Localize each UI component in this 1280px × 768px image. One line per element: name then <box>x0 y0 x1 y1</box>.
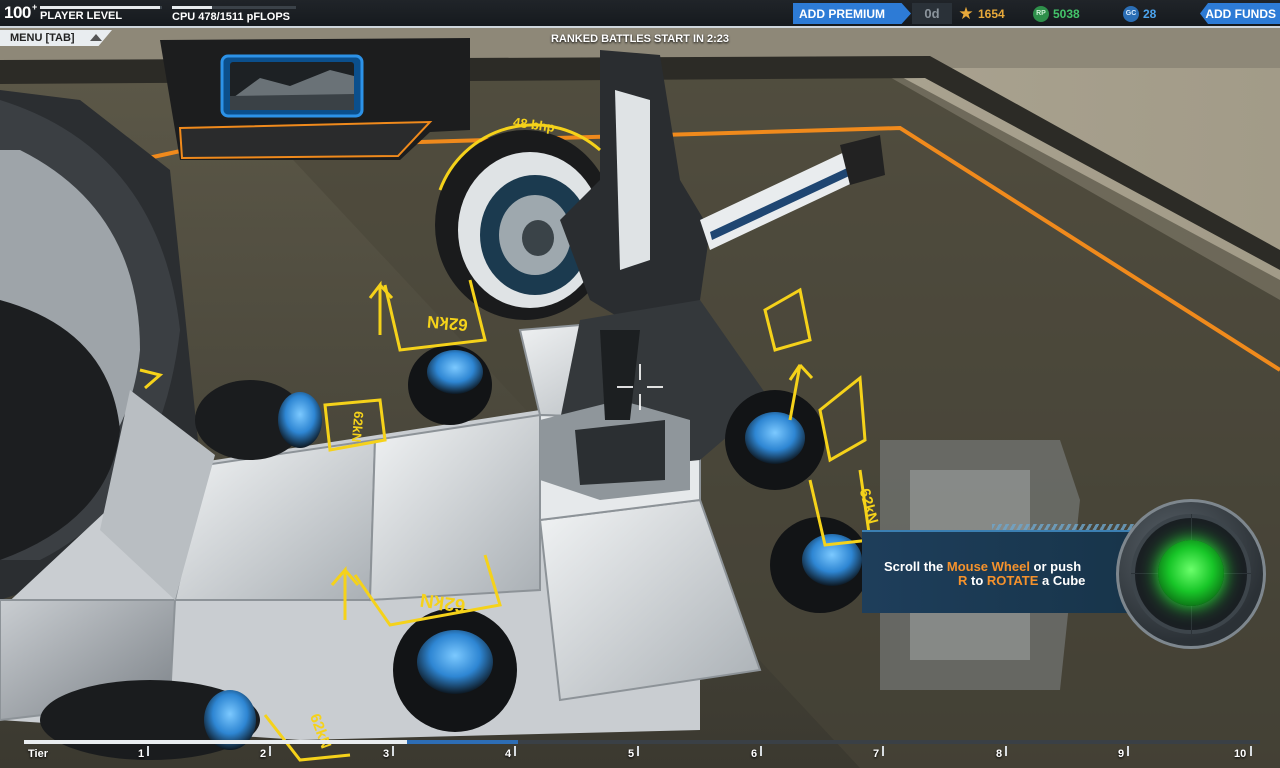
player-level-progress <box>40 6 162 9</box>
thruster-force-label: 62kN <box>426 312 468 334</box>
gc-icon: GC <box>1123 5 1139 22</box>
tier-number-label: 7 <box>873 748 880 760</box>
thruster <box>408 345 492 425</box>
tier-tick <box>1127 746 1129 756</box>
build-crosshair <box>617 364 663 410</box>
player-level-plus: + <box>32 2 38 12</box>
tier-number-label: 5 <box>628 748 635 760</box>
tier-bar: Tier 1 2 3 4 5 6 7 8 9 10 <box>24 740 1262 768</box>
ranked-countdown: RANKED BATTLES START IN 2:23 <box>550 33 730 45</box>
tier-number-label: 4 <box>505 748 512 760</box>
robot-points: RP 5038 <box>1033 4 1080 23</box>
tier-label: Tier <box>28 748 48 760</box>
thruster <box>725 390 825 490</box>
thruster-force-label: 62kN <box>349 411 367 443</box>
tier-tick <box>760 746 762 756</box>
tier-tick <box>882 746 884 756</box>
thruster <box>770 517 870 613</box>
hint-line-1: Scroll the Mouse Wheel or push <box>884 559 1082 574</box>
hint-line-2: R to ROTATE a Cube <box>958 573 1086 588</box>
rotate-hint-panel: Scroll the Mouse Wheel or push R to ROTA… <box>862 524 1154 613</box>
tier-tick <box>637 746 639 756</box>
tech-points: ★ 1654 <box>958 3 1005 23</box>
premium-days: 0d <box>912 3 952 24</box>
rp-icon: RP <box>1033 5 1049 22</box>
tier-tick <box>269 746 271 756</box>
thruster <box>393 608 517 732</box>
tier-number-label: 8 <box>996 748 1003 760</box>
add-funds-button[interactable]: ADD FUNDS <box>1200 3 1280 24</box>
player-level-label: PLAYER LEVEL <box>40 10 123 22</box>
tier-number-label: 3 <box>383 748 390 760</box>
tier-tick <box>1005 746 1007 756</box>
tier-number-label: 2 <box>260 748 267 760</box>
galaxy-cash: GC 28 <box>1123 4 1156 23</box>
top-hud: 100 + PLAYER LEVEL CPU 478/1511 pFLOPS A… <box>0 0 1280 28</box>
tier-number-label: 1 <box>138 748 145 760</box>
ready-indicator-icon <box>1158 540 1224 606</box>
tier-tick <box>1250 746 1252 756</box>
robot-points-value: 5038 <box>1053 6 1080 21</box>
add-premium-button[interactable]: ADD PREMIUM <box>793 3 911 24</box>
tier-number-label: 6 <box>751 748 758 760</box>
cpu-progress <box>172 6 296 9</box>
tier-tick <box>392 746 394 756</box>
stripe-decoration <box>992 524 1152 530</box>
tier-number-label: 9 <box>1118 748 1125 760</box>
tier-progress <box>24 740 408 744</box>
tier-tick <box>147 746 149 756</box>
tech-points-value: 1654 <box>978 6 1005 21</box>
tier-tick <box>514 746 516 756</box>
tier-next-progress <box>407 740 519 744</box>
galaxy-cash-value: 28 <box>1143 6 1157 21</box>
tier-number-label: 10 <box>1234 748 1247 760</box>
cpu-label: CPU 478/1511 pFLOPS <box>172 11 290 23</box>
player-level-value: 100 <box>4 3 31 22</box>
star-icon: ★ <box>958 3 974 23</box>
